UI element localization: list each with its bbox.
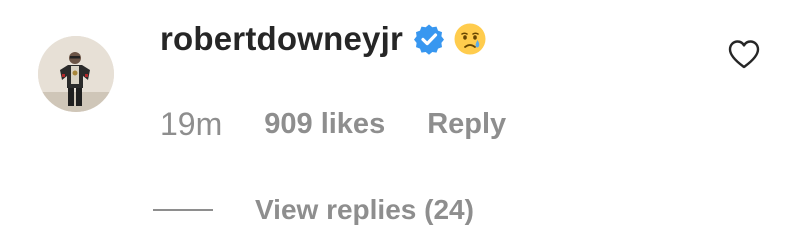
comment-meta: 19m 909 likes Reply — [160, 104, 506, 144]
crying-face-emoji-icon — [453, 22, 487, 56]
reply-button[interactable]: Reply — [427, 108, 506, 141]
avatar[interactable] — [38, 36, 114, 112]
timestamp: 19m — [160, 105, 223, 142]
verified-badge-icon — [413, 23, 445, 55]
like-heart-icon[interactable] — [727, 38, 761, 70]
comment-header: robertdowneyjr — [160, 16, 487, 62]
avatar-image — [38, 36, 114, 112]
username[interactable]: robertdowneyjr — [160, 20, 403, 58]
likes-count[interactable]: 909 likes — [264, 108, 385, 141]
replies-divider — [153, 209, 213, 211]
view-replies-label: View replies (24) — [255, 194, 474, 225]
view-replies-button[interactable]: View replies (24) — [153, 190, 474, 230]
